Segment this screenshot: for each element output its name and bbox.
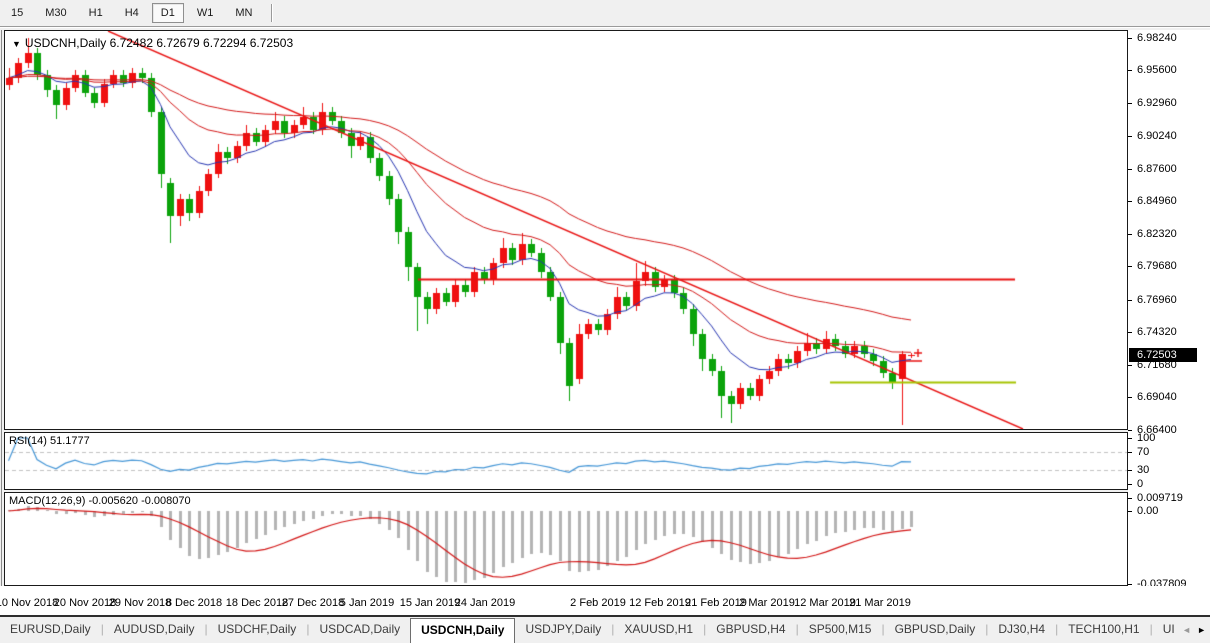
tab-scroll-left-icon[interactable]: ◄ bbox=[1182, 625, 1191, 635]
symbol-dropdown-icon[interactable]: ▼ bbox=[12, 39, 21, 49]
chart-tab-gbpusd-daily[interactable]: GBPUSD,Daily bbox=[885, 617, 986, 643]
macd-axis-label-tick bbox=[1128, 584, 1132, 585]
rsi-axis-label: 70 bbox=[1137, 446, 1149, 458]
rsi-label: RSI(14) 51.1777 bbox=[9, 435, 90, 447]
rsi-axis-label-tick bbox=[1128, 484, 1132, 485]
date-axis-label: 15 Jan 2019 bbox=[400, 597, 461, 609]
rsi-chart-canvas[interactable] bbox=[5, 433, 1127, 489]
price-axis-label: 6.90240 bbox=[1137, 130, 1177, 142]
price-axis-label: 6.87600 bbox=[1137, 163, 1177, 175]
timeframe-button-w1[interactable]: W1 bbox=[188, 3, 223, 23]
macd-label: MACD(12,26,9) -0.005620 -0.008070 bbox=[9, 495, 191, 507]
price-axis-label-tick bbox=[1128, 169, 1132, 170]
timeframe-toolbar: 15M30H1H4D1W1MN bbox=[0, 0, 1210, 26]
date-axis-label: 27 Dec 2018 bbox=[282, 597, 344, 609]
chart-tab-gbpusd-h4[interactable]: GBPUSD,H4 bbox=[706, 617, 795, 643]
chart-tab-usdcad-daily[interactable]: USDCAD,Daily bbox=[309, 617, 410, 643]
price-axis-label-tick bbox=[1128, 365, 1132, 366]
chart-tab-usdcnh-daily[interactable]: USDCNH,Daily bbox=[410, 618, 515, 643]
price-axis-label-tick bbox=[1128, 38, 1132, 39]
price-axis-label-tick bbox=[1128, 103, 1132, 104]
chart-title: ▼ USDCNH,Daily 6.72482 6.72679 6.72294 6.… bbox=[12, 36, 293, 50]
price-axis-label-tick bbox=[1128, 266, 1132, 267]
date-axis-label: 2 Mar 2019 bbox=[739, 597, 795, 609]
rsi-axis-label: 0 bbox=[1137, 478, 1143, 490]
date-axis-label: 20 Nov 2018 bbox=[54, 597, 116, 609]
price-axis-label: 6.74320 bbox=[1137, 326, 1177, 338]
chart-quote-values: 6.72482 6.72679 6.72294 6.72503 bbox=[110, 36, 294, 50]
price-axis-label-tick bbox=[1128, 300, 1132, 301]
date-axis-label: 8 Dec 2018 bbox=[166, 597, 222, 609]
rsi-indicator-pane[interactable] bbox=[4, 432, 1128, 490]
date-axis-label: 29 Nov 2018 bbox=[109, 597, 171, 609]
date-axis-label: 12 Mar 2019 bbox=[794, 597, 856, 609]
date-axis-label: 18 Dec 2018 bbox=[226, 597, 288, 609]
timeframe-button-m30[interactable]: M30 bbox=[36, 3, 75, 23]
price-axis-label: 6.92960 bbox=[1137, 97, 1177, 109]
date-axis-label: 21 Mar 2019 bbox=[849, 597, 911, 609]
timeframe-button-h4[interactable]: H4 bbox=[116, 3, 148, 23]
macd-axis-label: 0.009719 bbox=[1137, 492, 1183, 504]
price-axis-label-tick bbox=[1128, 234, 1132, 235]
rsi-axis-label-tick bbox=[1128, 438, 1132, 439]
price-axis-label: 6.82320 bbox=[1137, 228, 1177, 240]
chart-tab-usdjpy-daily[interactable]: USDJPY,Daily bbox=[515, 617, 611, 643]
price-chart-pane[interactable] bbox=[4, 30, 1128, 430]
price-axis-label-tick bbox=[1128, 332, 1132, 333]
macd-axis-label-tick bbox=[1128, 498, 1132, 499]
date-axis-label: 21 Feb 2019 bbox=[685, 597, 747, 609]
price-axis-label-tick bbox=[1128, 201, 1132, 202]
price-axis-label: 6.76960 bbox=[1137, 294, 1177, 306]
rsi-axis-label-tick bbox=[1128, 470, 1132, 471]
price-axis-label-tick bbox=[1128, 136, 1132, 137]
timeframe-button-mn[interactable]: MN bbox=[226, 3, 261, 23]
date-axis: 10 Nov 201820 Nov 201829 Nov 20188 Dec 2… bbox=[0, 586, 1210, 617]
rsi-axis-label: 100 bbox=[1137, 432, 1155, 444]
price-axis-label: 6.79680 bbox=[1137, 260, 1177, 272]
date-axis-label: 24 Jan 2019 bbox=[455, 597, 516, 609]
candlestick-chart-canvas[interactable] bbox=[5, 31, 1127, 429]
current-price-badge: 6.72503 bbox=[1129, 348, 1197, 362]
mt4-window: 15M30H1H4D1W1MN ▼ USDCNH,Daily 6.72482 6.… bbox=[0, 0, 1210, 643]
chart-tab-audusd-daily[interactable]: AUDUSD,Daily bbox=[104, 617, 205, 643]
right-axis-column: 6.98240 6.95600 6.92960 6.90240 6.87600 6.849… bbox=[1128, 30, 1210, 586]
price-axis-label: 6.95600 bbox=[1137, 64, 1177, 76]
date-axis-label: 5 Jan 2019 bbox=[340, 597, 394, 609]
date-axis-label: 12 Feb 2019 bbox=[629, 597, 691, 609]
rsi-axis-label: 30 bbox=[1137, 464, 1149, 476]
price-axis-label-tick bbox=[1128, 430, 1132, 431]
timeframe-button-h1[interactable]: H1 bbox=[80, 3, 112, 23]
toolbar-separator bbox=[271, 4, 273, 22]
price-axis-label: 6.84960 bbox=[1137, 195, 1177, 207]
window-left-edge bbox=[1, 30, 2, 616]
chart-tab-xauusd-h1[interactable]: XAUUSD,H1 bbox=[614, 617, 703, 643]
chart-tab-sp500-m15[interactable]: SP500,M15 bbox=[799, 617, 882, 643]
date-axis-label: 2 Feb 2019 bbox=[570, 597, 626, 609]
chart-tab-dj30-h4[interactable]: DJ30,H4 bbox=[988, 617, 1055, 643]
chart-tab-bar: EURUSD,Daily|AUDUSD,Daily|USDCHF,Daily|U… bbox=[0, 617, 1210, 643]
tab-scroll-right-icon[interactable]: ► bbox=[1197, 625, 1206, 635]
timeframe-button-d1[interactable]: D1 bbox=[152, 3, 184, 23]
chart-symbol-label: USDCNH,Daily bbox=[25, 36, 106, 50]
date-axis-label: 10 Nov 2018 bbox=[0, 597, 58, 609]
price-axis-label-tick bbox=[1128, 70, 1132, 71]
tab-scroll-arrows: ◄ ► bbox=[1182, 617, 1206, 643]
price-axis-label: 6.69040 bbox=[1137, 391, 1177, 403]
macd-axis-label: 0.00 bbox=[1137, 505, 1158, 517]
chart-tab-usdchf-daily[interactable]: USDCHF,Daily bbox=[208, 617, 307, 643]
rsi-axis-label-tick bbox=[1128, 452, 1132, 453]
price-axis-label: 6.98240 bbox=[1137, 32, 1177, 44]
macd-axis-label-tick bbox=[1128, 511, 1132, 512]
price-axis-label-tick bbox=[1128, 397, 1132, 398]
chart-tab-ui[interactable]: UI bbox=[1153, 617, 1185, 643]
timeframe-button-15[interactable]: 15 bbox=[2, 3, 32, 23]
chart-tab-tech100-h1[interactable]: TECH100,H1 bbox=[1058, 617, 1149, 643]
chart-tab-eurusd-daily[interactable]: EURUSD,Daily bbox=[0, 617, 101, 643]
